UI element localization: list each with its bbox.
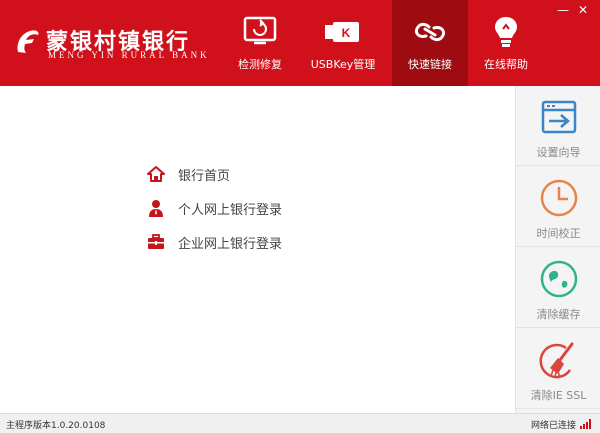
minimize-button[interactable]: —: [557, 4, 569, 16]
usbkey-icon: K: [323, 14, 363, 50]
tool-label-time-correction: 时间校正: [536, 227, 581, 240]
status-bar: 主程序版本1.0.20.0108 网络已连接: [0, 413, 600, 433]
tool-time-correction[interactable]: 时间校正: [516, 167, 600, 247]
link-label-corporate-banking: 企业网上银行登录: [178, 236, 283, 252]
tool-setup-wizard[interactable]: 设置向导: [516, 86, 600, 166]
link-corporate-banking[interactable]: 企业网上银行登录: [146, 225, 282, 259]
clock-icon: [538, 177, 580, 219]
person-icon: [146, 198, 166, 218]
tools-sidebar: 设置向导 时间校正 清除缓存 清除IE SSL: [515, 86, 600, 413]
nav-item-usbkey[interactable]: K USBKey管理: [305, 0, 381, 86]
tool-clear-ie-ssl[interactable]: 清除IE SSL: [516, 329, 600, 409]
header-bar: 蒙银村镇银行 MENG YIN RURAL BANK 检测修复 K USBKey…: [0, 0, 600, 86]
quick-link-icon: [410, 14, 450, 50]
home-icon: [146, 164, 166, 184]
link-personal-banking[interactable]: 个人网上银行登录: [146, 191, 282, 225]
setup-wizard-icon: [538, 96, 580, 138]
link-label-personal-banking: 个人网上银行登录: [178, 202, 283, 218]
nav-label-online-help: 在线帮助: [484, 58, 528, 71]
network-status: 网络已连接: [530, 421, 576, 431]
usbkey-letter: K: [342, 26, 351, 40]
link-label-bank-home: 银行首页: [178, 168, 231, 184]
close-button[interactable]: ✕: [578, 4, 588, 16]
nav-label-detect-repair: 检测修复: [238, 58, 282, 71]
broom-icon: [538, 339, 580, 381]
clear-cache-icon: [538, 258, 580, 300]
bank-logo-mark: [17, 30, 39, 53]
lightbulb-help-icon: [486, 14, 526, 50]
version-text: 主程序版本1.0.20.0108: [6, 421, 106, 431]
signal-icon: [580, 419, 591, 429]
tool-label-setup-wizard: 设置向导: [536, 146, 581, 159]
nav-label-quick-link: 快速链接: [408, 58, 452, 71]
bank-name-en: MENG YIN RURAL BANK: [48, 50, 210, 60]
quick-links-list: 银行首页 个人网上银行登录 企业网上银行登录: [146, 157, 282, 259]
tool-label-clear-cache: 清除缓存: [536, 308, 581, 321]
nav-item-quick-link[interactable]: 快速链接: [392, 0, 468, 86]
tool-label-clear-ie-ssl: 清除IE SSL: [530, 389, 587, 402]
monitor-repair-icon: [240, 14, 280, 50]
nav-item-detect-repair[interactable]: 检测修复: [222, 0, 298, 86]
briefcase-icon: [146, 232, 166, 252]
bank-logo: 蒙银村镇银行 MENG YIN RURAL BANK: [12, 22, 212, 66]
link-bank-home[interactable]: 银行首页: [146, 157, 282, 191]
tool-clear-cache[interactable]: 清除缓存: [516, 248, 600, 328]
nav-item-online-help[interactable]: 在线帮助: [468, 0, 544, 86]
nav-label-usbkey: USBKey管理: [310, 58, 376, 71]
